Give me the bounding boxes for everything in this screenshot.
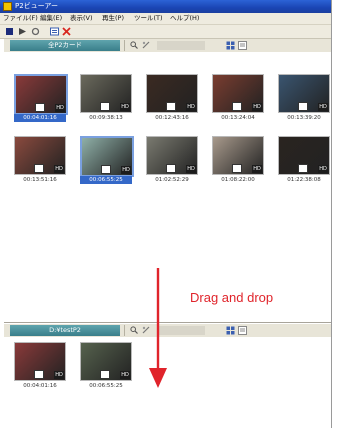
disabled-field [157, 41, 205, 50]
clip-preview-image: HD [80, 74, 132, 113]
clip-marker-icon [35, 103, 45, 112]
clip-thumbnail[interactable]: HD 00:13:24:04 [212, 74, 266, 121]
hd-badge-icon: HD [54, 165, 64, 173]
top-panel-bar: 全P2カード [4, 39, 331, 52]
clip-preview-image: HD [14, 74, 68, 115]
clip-preview-image: HD [14, 342, 66, 381]
clip-preview-image: HD [14, 136, 66, 175]
clip-thumbnail[interactable]: HD 01:08:22:00 [212, 136, 266, 183]
clip-preview-image: HD [212, 74, 264, 113]
clip-thumbnail[interactable]: HD 00:13:51:16 [14, 136, 68, 183]
clip-marker-icon [34, 164, 44, 173]
clip-preview-image: HD [146, 74, 198, 113]
clip-thumbnail[interactable]: HD 00:13:39:20 [278, 74, 331, 121]
clip-timecode: 01:22:38:08 [287, 177, 321, 183]
app-icon [3, 2, 12, 11]
clip-timecode: 00:13:24:04 [221, 115, 255, 121]
menu-tools[interactable]: ツール(T) [134, 13, 163, 24]
clip-preview-image: HD [80, 342, 132, 381]
drag-arrow-icon [149, 268, 167, 388]
clip-thumbnail[interactable]: HD 00:06:55:25 [80, 136, 134, 184]
toolbar [0, 25, 331, 39]
clip-preview-image: HD [146, 136, 198, 175]
clip-timecode: 00:04:01:16 [14, 114, 66, 122]
hd-badge-icon: HD [186, 103, 196, 111]
separator [124, 40, 125, 51]
clip-timecode: 00:13:51:16 [23, 177, 57, 183]
clip-marker-icon [100, 102, 110, 111]
filter-icon[interactable] [142, 41, 150, 49]
hd-badge-icon: HD [121, 166, 131, 174]
clip-preview-image: HD [80, 136, 134, 177]
clip-timecode: 01:02:52:29 [155, 177, 189, 183]
clip-timecode: 00:09:38:13 [89, 115, 123, 121]
clip-marker-icon [100, 370, 110, 379]
menu-play[interactable]: 再生(P) [102, 13, 124, 24]
hd-badge-icon: HD [54, 371, 64, 379]
thumbnail-view-icon[interactable] [226, 41, 235, 50]
drive-selector-testp2[interactable]: D:¥testP2 [10, 325, 120, 336]
hd-badge-icon: HD [55, 104, 65, 112]
search-icon[interactable] [130, 41, 138, 49]
window-title: P2ビューアー [15, 2, 58, 10]
clip-marker-icon [166, 102, 176, 111]
list-icon[interactable] [50, 27, 59, 36]
clip-marker-icon [298, 164, 308, 173]
hd-badge-icon: HD [120, 103, 130, 111]
clip-preview-image: HD [278, 136, 330, 175]
clip-thumbnail[interactable]: HD 00:12:43:16 [146, 74, 200, 121]
clip-timecode: 00:13:39:20 [287, 115, 321, 121]
clip-timecode: 00:04:01:16 [23, 383, 57, 389]
title-bar: P2ビューアー [0, 0, 331, 13]
clip-thumbnail[interactable]: HD 01:02:52:29 [146, 136, 200, 183]
clip-marker-icon [34, 370, 44, 379]
menu-edit[interactable]: 編集(E) [40, 13, 62, 24]
clip-timecode: 01:08:22:00 [221, 177, 255, 183]
clip-timecode: 00:06:55:25 [80, 176, 132, 184]
separator [124, 325, 125, 336]
clip-marker-icon [298, 102, 308, 111]
clip-timecode: 00:06:55:25 [89, 383, 123, 389]
hd-badge-icon: HD [318, 103, 328, 111]
menu-bar: ファイル(F) 編集(E) 表示(V) 再生(P) ツール(T) ヘルプ(H) [0, 13, 331, 25]
hd-badge-icon: HD [318, 165, 328, 173]
clip-thumbnail[interactable]: HD 00:06:55:25 [80, 342, 134, 389]
thumbnail-view-icon[interactable] [226, 326, 235, 335]
hd-badge-icon: HD [186, 165, 196, 173]
drag-and-drop-label: Drag and drop [190, 290, 274, 305]
menu-file[interactable]: ファイル(F) [3, 13, 38, 24]
detail-view-icon[interactable] [238, 41, 247, 50]
clip-marker-icon [232, 164, 242, 173]
clip-thumbnail[interactable]: HD 00:09:38:13 [80, 74, 134, 121]
clip-thumbnail[interactable]: HD 01:22:38:08 [278, 136, 331, 183]
clip-preview-image: HD [212, 136, 264, 175]
hd-badge-icon: HD [252, 165, 262, 173]
hd-badge-icon: HD [120, 371, 130, 379]
clip-marker-icon [101, 165, 111, 174]
drive-selector-all-cards[interactable]: 全P2カード [10, 40, 120, 51]
clip-timecode: 00:12:43:16 [155, 115, 189, 121]
menu-help[interactable]: ヘルプ(H) [170, 13, 199, 24]
clip-thumbnail[interactable]: HD 00:04:01:16 [14, 74, 68, 122]
clip-marker-icon [166, 164, 176, 173]
menu-view[interactable]: 表示(V) [70, 13, 93, 24]
hd-badge-icon: HD [252, 103, 262, 111]
loop-icon[interactable] [31, 27, 40, 36]
stop-icon[interactable] [5, 27, 14, 36]
clip-marker-icon [232, 102, 242, 111]
clip-preview-image: HD [278, 74, 330, 113]
clip-thumbnail[interactable]: HD 00:04:01:16 [14, 342, 68, 389]
detail-view-icon[interactable] [238, 326, 247, 335]
play-icon[interactable] [18, 27, 27, 36]
search-icon[interactable] [130, 326, 138, 334]
delete-x-icon[interactable] [62, 27, 71, 36]
